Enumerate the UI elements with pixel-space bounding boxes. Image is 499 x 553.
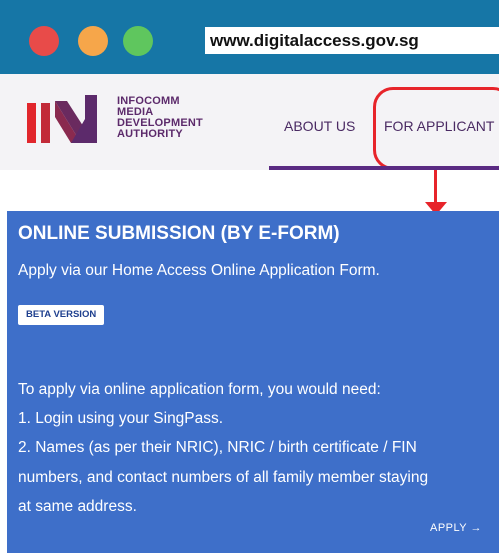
logo-line-4: AUTHORITY [117,128,183,140]
panel-title: ONLINE SUBMISSION (BY E-FORM) [18,223,340,244]
logo-wordmark: INFOCOMM MEDIA DEVELOPMENT AUTHORITY [117,96,237,140]
callout-arrow-shaft [434,170,437,206]
beta-version-badge: BETA VERSION [18,305,105,325]
apply-label: APPLY [430,522,467,534]
arrow-right-icon: → [470,522,483,534]
nav-active-underline [269,166,499,170]
requirement-step-2-line-2: numbers, and contact numbers of all fami… [18,469,429,486]
requirements-intro: To apply via online application form, yo… [18,381,381,398]
window-close-button[interactable] [29,26,59,56]
window-minimize-button[interactable] [78,26,108,56]
address-bar[interactable]: www.digitalaccess.gov.sg [205,27,499,54]
requirement-step-2-line-3: at same address. [18,498,137,515]
requirement-step-1: 1. Login using your SingPass. [18,410,224,427]
window-maximize-button[interactable] [123,26,153,56]
imda-logo-icon[interactable] [27,95,107,143]
apply-link[interactable]: APPLY → [430,522,482,534]
requirement-step-2-line-1: 2. Names (as per their NRIC), NRIC / bir… [18,439,417,456]
nav-about-us[interactable]: ABOUT US [284,118,355,134]
highlight-ring [373,87,499,170]
panel-subtitle: Apply via our Home Access Online Applica… [18,262,380,279]
